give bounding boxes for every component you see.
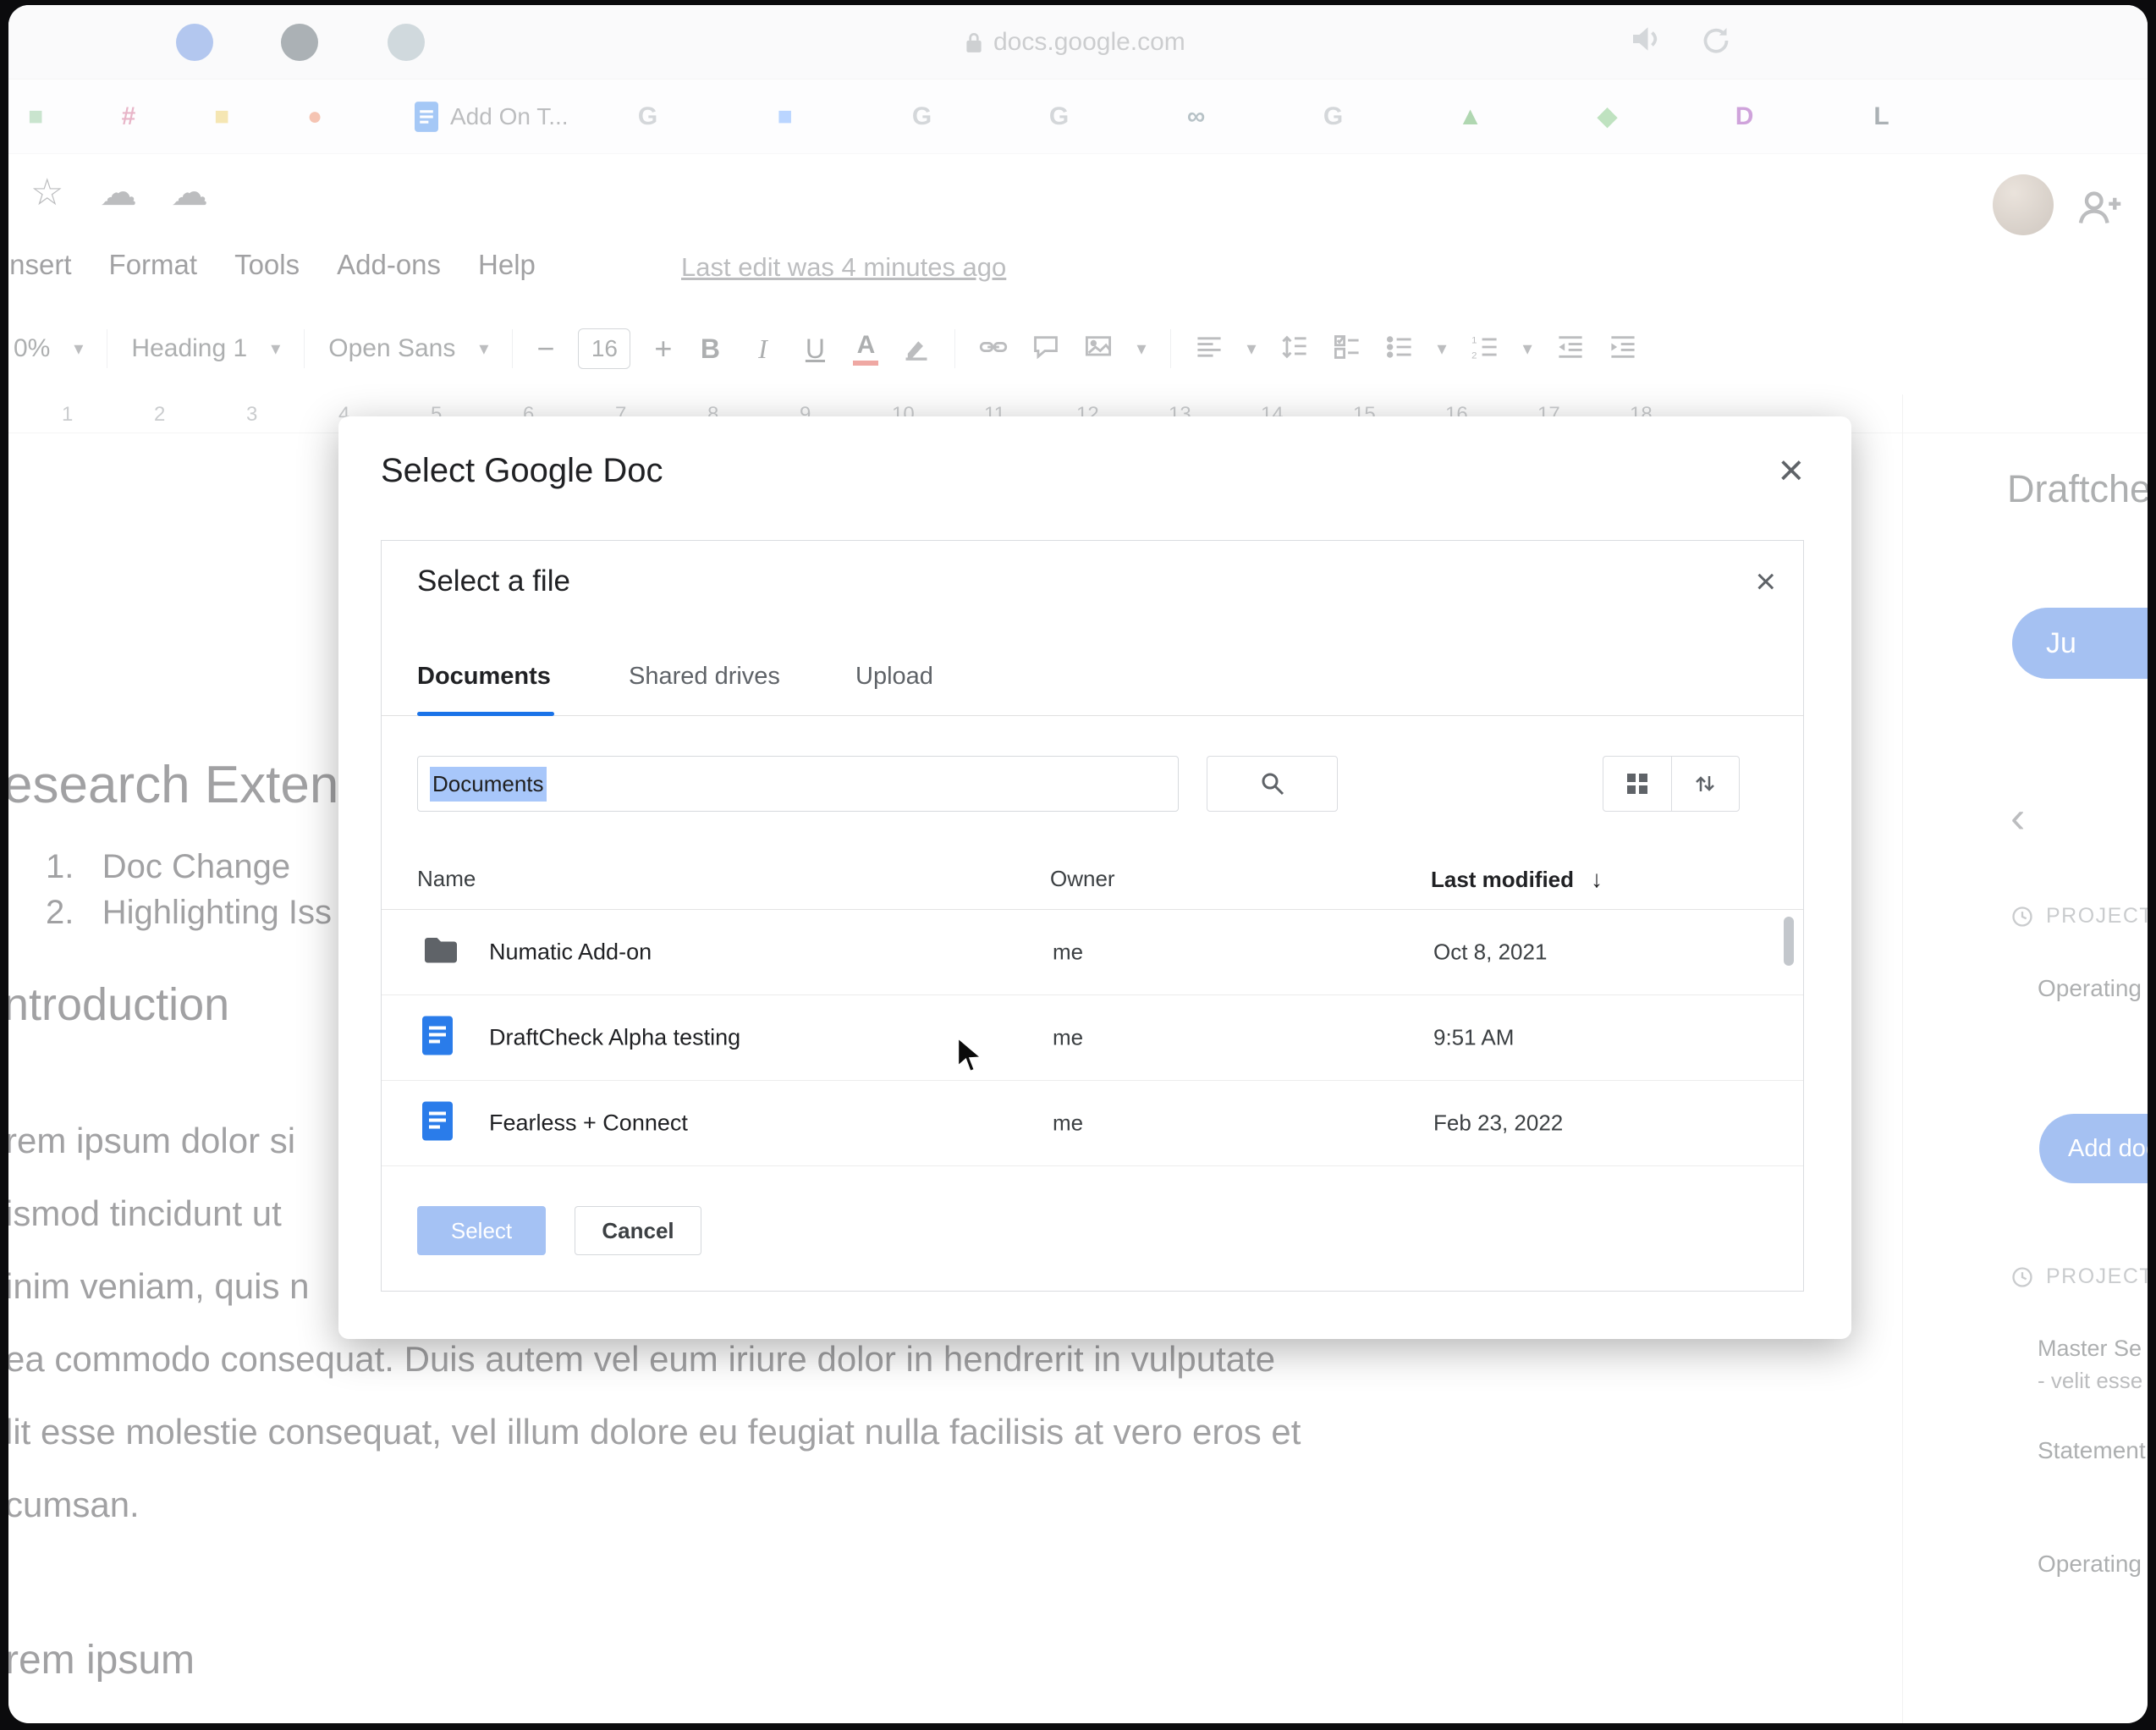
grid-view-button[interactable] [1603,757,1671,811]
screen: docs.google.com ■#■● Add On T... G■GG∞G▲… [0,0,2156,1730]
file-name: Numatic Add-on [489,939,652,966]
sort-down-arrow-icon: ↓ [1591,866,1603,893]
browser-window: docs.google.com ■#■● Add On T... G■GG∞G▲… [8,5,2148,1723]
select-button[interactable]: Select [417,1206,546,1255]
file-picker: Select a file × Documents Shared drives … [381,540,1804,1292]
search-input-selected-text: Documents [430,767,547,802]
column-name[interactable]: Name [417,866,476,892]
file-modified: Oct 8, 2021 [1433,939,1547,966]
tab-upload[interactable]: Upload [855,663,933,691]
column-owner[interactable]: Owner [1050,866,1115,892]
active-tab-indicator [417,712,554,716]
file-row[interactable]: Numatic Add-on me Oct 8, 2021 [382,910,1803,995]
file-modified: 9:51 AM [1433,1025,1514,1051]
gdoc-icon [422,1102,453,1145]
file-owner: me [1053,1025,1083,1051]
file-row[interactable]: DraftCheck Alpha testing me 9:51 AM [382,995,1803,1081]
select-google-doc-dialog: Select Google Doc × Select a file × Docu… [338,416,1851,1339]
file-modified: Feb 23, 2022 [1433,1110,1563,1137]
column-label: Last modified [1431,867,1574,893]
file-name: Fearless + Connect [489,1110,688,1137]
dialog-title: Select Google Doc [381,452,663,490]
file-table-header: Name Owner Last modified ↓ [382,847,1803,910]
picker-tabs: Documents Shared drives Upload [382,541,1803,716]
file-owner: me [1053,1110,1083,1137]
grid-icon [1625,772,1649,796]
tab-shared-drives[interactable]: Shared drives [629,663,780,691]
folder-icon [422,934,459,971]
search-input[interactable]: Documents [417,756,1179,812]
column-last-modified[interactable]: Last modified ↓ [1431,866,1603,893]
cancel-button[interactable]: Cancel [575,1206,701,1255]
file-name: DraftCheck Alpha testing [489,1025,740,1051]
mouse-cursor [956,1036,990,1079]
sort-icon [1693,772,1717,796]
tab-documents[interactable]: Documents [417,663,551,691]
file-owner: me [1053,939,1083,966]
view-toggle-group [1603,756,1740,812]
file-row[interactable]: Fearless + Connect me Feb 23, 2022 [382,1081,1803,1166]
close-icon[interactable]: × [1779,445,1804,496]
gdoc-icon [422,1017,453,1060]
search-button[interactable] [1207,756,1338,812]
search-icon [1259,770,1286,797]
sort-view-button[interactable] [1671,757,1740,811]
scrollbar-thumb[interactable] [1784,917,1794,966]
